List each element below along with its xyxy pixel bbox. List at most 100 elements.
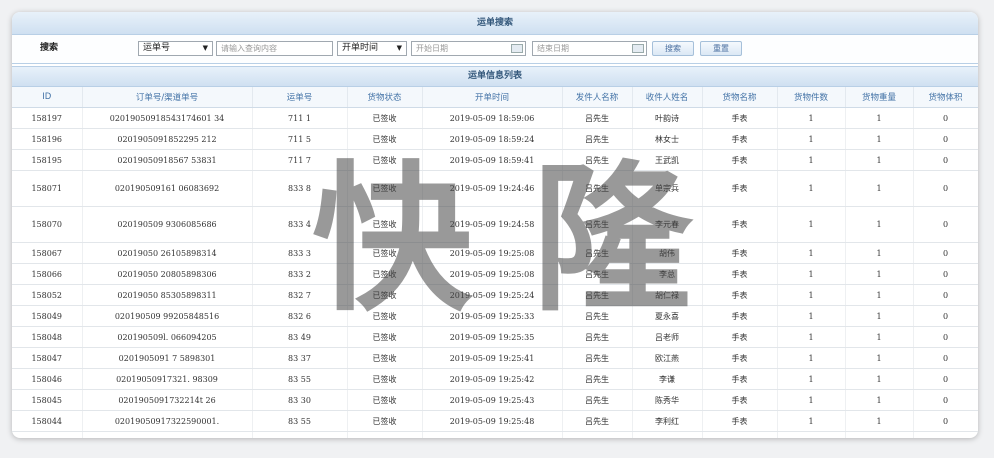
cell-time: 2019-05-09 19:25:43 bbox=[422, 389, 563, 411]
cell-sender: 吕先生 bbox=[562, 326, 633, 348]
table-row[interactable]: 158044 02019050917322590001. 83 55 已签收 2019-… bbox=[12, 410, 978, 432]
cell-status: 已签收 bbox=[347, 389, 423, 411]
cell-waybill: 833 3 bbox=[252, 242, 348, 264]
cell-order: 020190509 99205848516 bbox=[82, 305, 253, 327]
time-field-value: 开单时间 bbox=[342, 43, 379, 53]
cell-goods: 手表 bbox=[702, 206, 778, 243]
cell-goods: 手表 bbox=[702, 284, 778, 306]
table-row[interactable]: 158049 020190509 99205848516 832 6 已签收 2019-… bbox=[12, 305, 978, 327]
calendar-icon[interactable] bbox=[632, 44, 644, 53]
cell-id: 158071 bbox=[12, 170, 83, 207]
cell-volume: 0 bbox=[913, 347, 978, 369]
time-field-select[interactable]: 开单时间 ▼ bbox=[337, 41, 407, 56]
cell-count: 1 bbox=[777, 170, 846, 207]
cell-id: 158195 bbox=[12, 149, 83, 171]
cell-sender: 吕先生 bbox=[562, 149, 633, 171]
table-row[interactable]: 158045 0201905091732214t 26 83 30 已签收 2019-0… bbox=[12, 389, 978, 411]
cell-count: 1 bbox=[777, 410, 846, 432]
cell-waybill: 711 5 bbox=[252, 128, 348, 150]
column-header: 货物名称 bbox=[702, 87, 778, 108]
table-row[interactable]: 158196 0201905091852295 212 711 5 已签收 2019-0… bbox=[12, 128, 978, 150]
cell-sender: 吕先生 bbox=[562, 170, 633, 207]
cell-status: 已签收 bbox=[347, 410, 423, 432]
cell-goods: 手表 bbox=[702, 128, 778, 150]
cell-goods: 手表 bbox=[702, 347, 778, 369]
chevron-down-icon: ▼ bbox=[396, 44, 402, 52]
cell-receiver: 胡仁禄 bbox=[632, 284, 703, 306]
cell-time: 2019-05-09 19:25:08 bbox=[422, 242, 563, 264]
calendar-icon[interactable] bbox=[511, 44, 523, 53]
search-panel-title: 运单搜索 bbox=[12, 12, 978, 35]
table-row[interactable]: 158043020190509173213619058930833. .70已签… bbox=[12, 431, 978, 438]
cell-goods: 手表 bbox=[702, 389, 778, 411]
table-row[interactable]: 158197 02019050918543174601 34 711 1 已签收 201… bbox=[12, 107, 978, 129]
cell-count: 1 bbox=[777, 326, 846, 348]
table-row[interactable]: 158067 02019050 26105898314 833 3 已签收 2019-0… bbox=[12, 242, 978, 264]
table-row[interactable]: 158046 02019050917321. 98309 83 55 已签收 2019-… bbox=[12, 368, 978, 390]
cell-order: 02019050917321. 98309 bbox=[82, 368, 253, 390]
cell-status: 已签收 bbox=[347, 368, 423, 390]
table-row[interactable]: 158052 02019050 85305898311 832 7 已签收 2019-0… bbox=[12, 284, 978, 306]
cell-status: 已签收 bbox=[347, 431, 423, 438]
cell-waybill: 833 2 bbox=[252, 263, 348, 285]
cell-sender: 吕先生 bbox=[562, 347, 633, 369]
cell-status: 已签收 bbox=[347, 305, 423, 327]
cell-goods: 手表 bbox=[702, 305, 778, 327]
column-header: 订单号/渠道单号 bbox=[82, 87, 253, 108]
cell-sender: 吕先生 bbox=[562, 305, 633, 327]
cell-weight: 1 bbox=[845, 107, 914, 129]
cell-count: 1 bbox=[777, 128, 846, 150]
cell-count: 1 bbox=[777, 107, 846, 129]
column-header: 货物状态 bbox=[347, 87, 423, 108]
table-row[interactable]: 158066 02019050 20805898306 833 2 已签收 2019-0… bbox=[12, 263, 978, 285]
cell-id: 158047 bbox=[12, 347, 83, 369]
start-date-placeholder: 开始日期 bbox=[416, 44, 448, 53]
search-input[interactable]: 请输入查询内容 bbox=[216, 41, 333, 56]
cell-sender: 吕先生 bbox=[562, 206, 633, 243]
cell-count: 1 bbox=[777, 242, 846, 264]
cell-weight: 1 bbox=[845, 242, 914, 264]
cell-status: 已签收 bbox=[347, 326, 423, 348]
cell-waybill: 833 4 bbox=[252, 206, 348, 243]
cell-status: 已签收 bbox=[347, 284, 423, 306]
cell-status: 已签收 bbox=[347, 263, 423, 285]
table-row[interactable]: 158071 020190509161 06083692 833 8 已签收 2019-… bbox=[12, 170, 978, 207]
cell-volume: 0 bbox=[913, 149, 978, 171]
table-row[interactable]: 158048 020190509l. 066094205 83 49 已签收 2019-… bbox=[12, 326, 978, 348]
end-date-placeholder: 结束日期 bbox=[537, 44, 569, 53]
cell-order: 0201905091 7 5898301 bbox=[82, 347, 253, 369]
cell-order: 0201905091732214t 26 bbox=[82, 389, 253, 411]
cell-goods: 手表 bbox=[702, 263, 778, 285]
search-field-value: 运单号 bbox=[143, 43, 171, 53]
start-date-input[interactable]: 开始日期 bbox=[411, 41, 526, 56]
cell-sender: 吕先生 bbox=[562, 263, 633, 285]
cell-receiver: 王武凯 bbox=[632, 149, 703, 171]
cell-count: 1 bbox=[777, 263, 846, 285]
reset-button[interactable]: 重置 bbox=[700, 41, 742, 56]
cell-time: 2019-05-09 19:24:46 bbox=[422, 170, 563, 207]
cell-order: 02019050918543174601 34 bbox=[82, 107, 253, 129]
cell-id: 158046 bbox=[12, 368, 83, 390]
search-button[interactable]: 搜索 bbox=[652, 41, 694, 56]
cell-sender: 吕先生 bbox=[562, 389, 633, 411]
cell-order: 02019050917322590001. bbox=[82, 410, 253, 432]
cell-id: 158196 bbox=[12, 128, 83, 150]
search-field-select[interactable]: 运单号 ▼ bbox=[138, 41, 213, 56]
cell-weight: 1 bbox=[845, 368, 914, 390]
cell-status: 已签收 bbox=[347, 206, 423, 243]
table-row[interactable]: 158047 0201905091 7 5898301 83 37 已签收 2019-0… bbox=[12, 347, 978, 369]
cell-goods: 手表 bbox=[702, 368, 778, 390]
cell-receiver: 陈秀华 bbox=[632, 389, 703, 411]
column-header: 收件人姓名 bbox=[632, 87, 703, 108]
waybill-table: ID 订单号/渠道单号 运单号 货物状态 开单时间 发件人名称 收件人姓名 货物名称 货物件数货… bbox=[12, 87, 978, 438]
cell-volume: 0 bbox=[913, 305, 978, 327]
cell-status: 已签收 bbox=[347, 128, 423, 150]
cell-weight: 1 bbox=[845, 305, 914, 327]
table-row[interactable]: 158070 020190509 9306085686 833 4 已签收 2019-0… bbox=[12, 206, 978, 243]
cell-order: 02019050 20805898306 bbox=[82, 263, 253, 285]
table-row[interactable]: 158195 02019050918567 53831 711 7 已签收 2019-0… bbox=[12, 149, 978, 171]
cell-count: 1 bbox=[777, 389, 846, 411]
column-header: 开单时间 bbox=[422, 87, 563, 108]
end-date-input[interactable]: 结束日期 bbox=[532, 41, 647, 56]
cell-goods: 手表 bbox=[702, 410, 778, 432]
